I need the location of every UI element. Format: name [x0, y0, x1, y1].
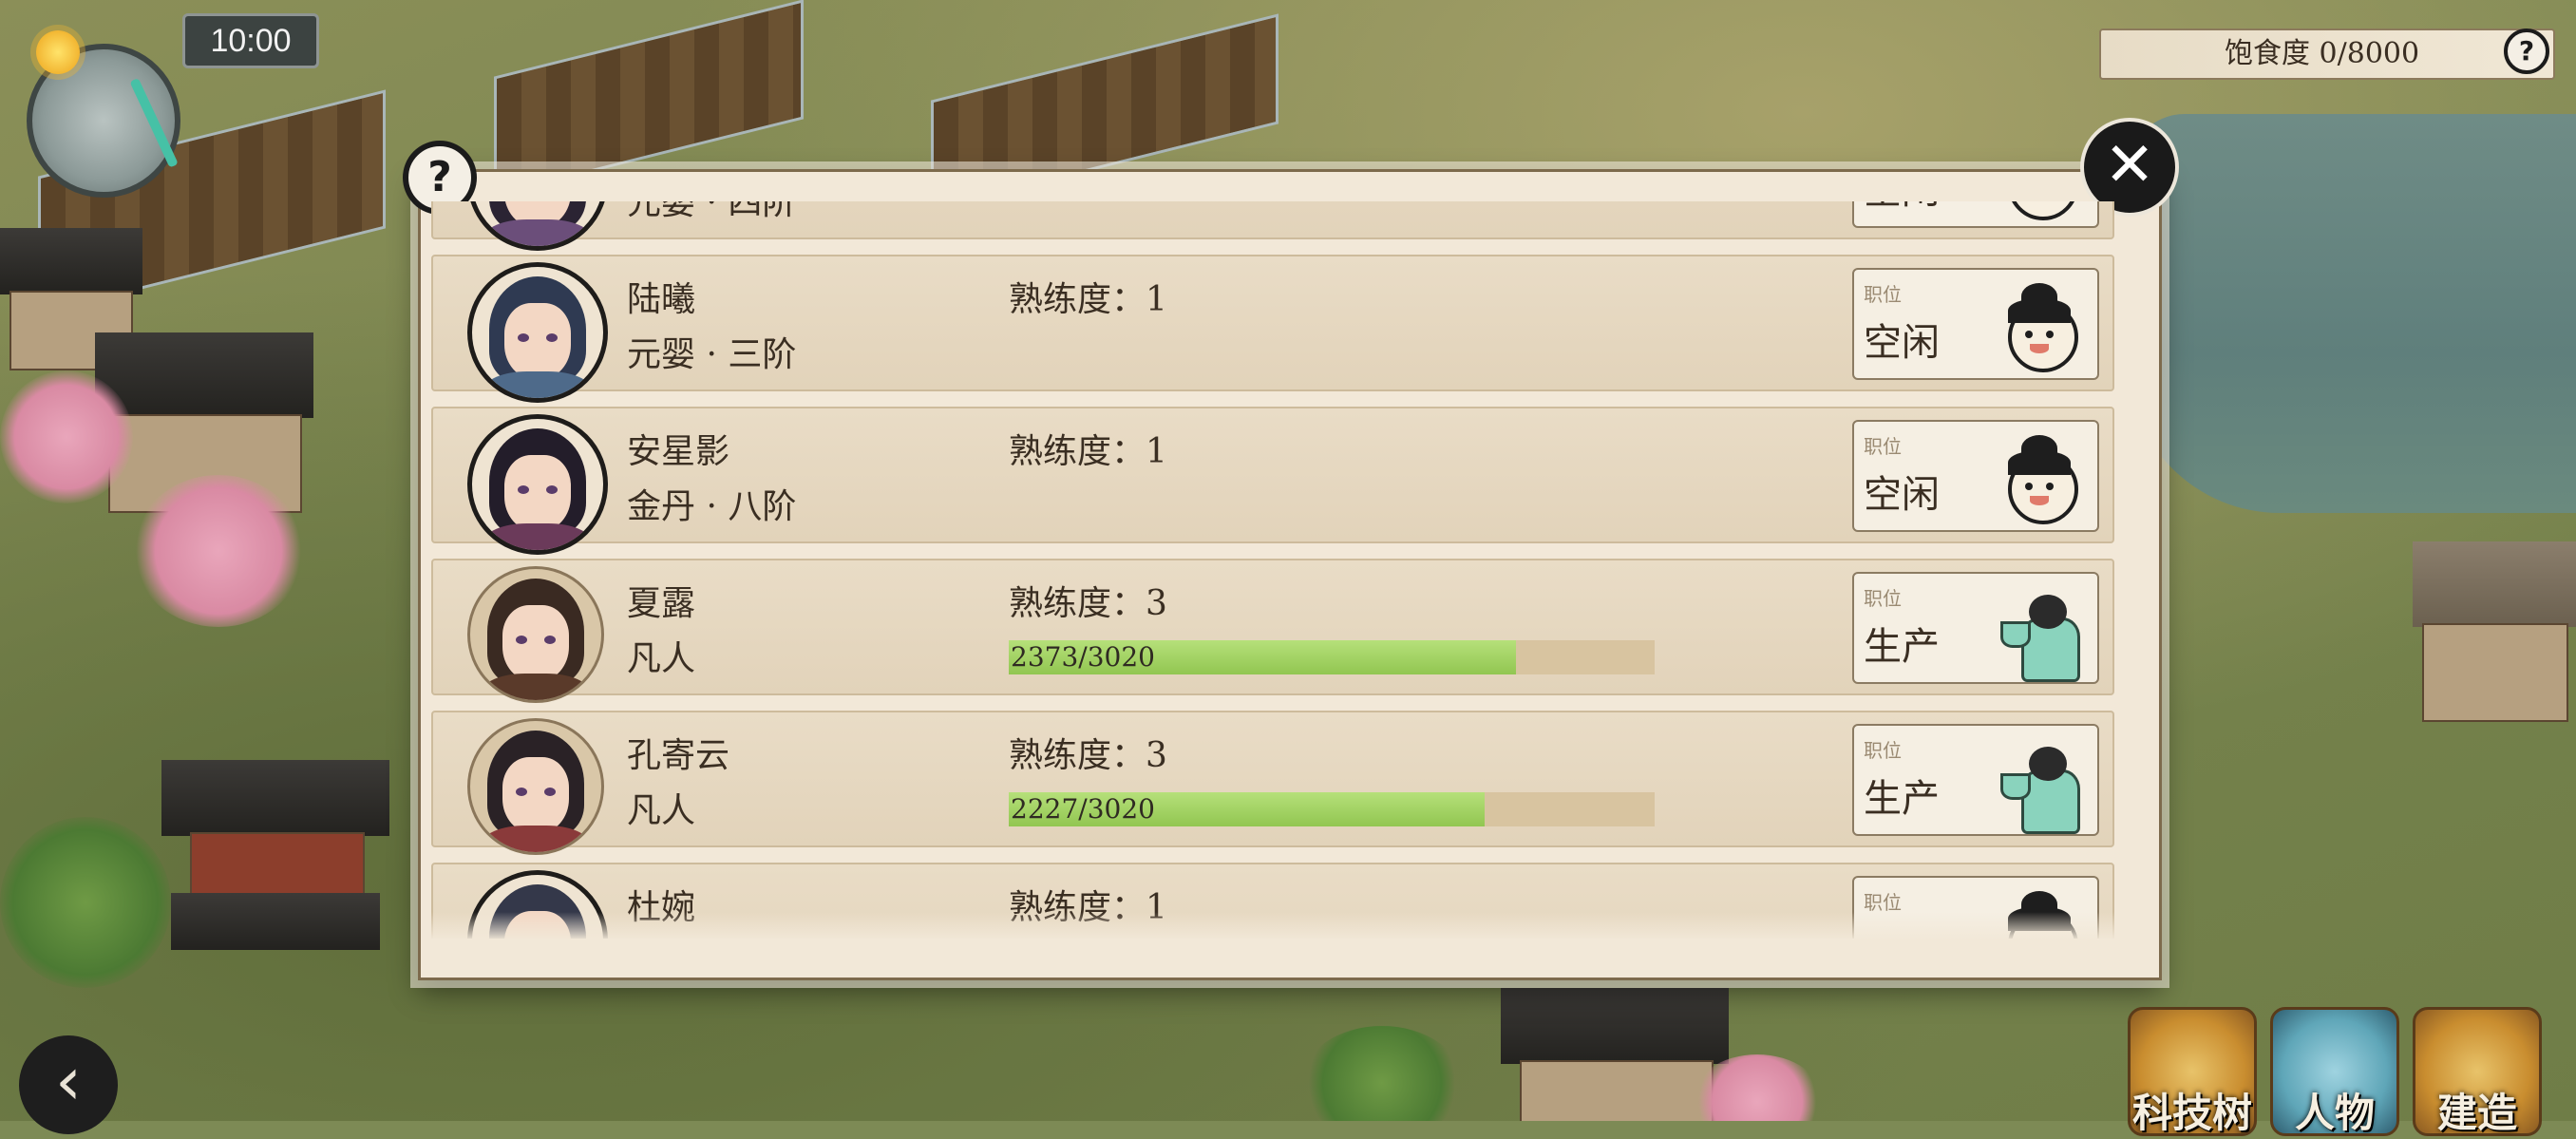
- pagoda: [161, 760, 389, 978]
- build-button[interactable]: 建造: [2413, 1007, 2542, 1136]
- proficiency-text: 熟练度：3: [1009, 576, 1167, 625]
- disciple-portrait[interactable]: [467, 262, 608, 403]
- job-caption: 职位: [1864, 891, 1902, 914]
- workshop: [2413, 541, 2576, 731]
- time-display: 10:00: [182, 13, 319, 68]
- proficiency-value: 3: [1146, 584, 1167, 623]
- disciple-name: 夏露: [627, 584, 696, 623]
- proficiency-value: 1: [1146, 280, 1167, 319]
- disciple-portrait[interactable]: [467, 718, 604, 855]
- job-caption: 职位: [1864, 587, 1902, 610]
- build-label: 建造: [2436, 1090, 2517, 1136]
- disciple-name: 安星影: [627, 432, 730, 471]
- proficiency-text: 熟练度：1: [1009, 424, 1167, 473]
- job-caption: 职位: [1864, 283, 1902, 306]
- progress-bar: 2373/3020: [1009, 640, 1655, 674]
- job-assign-button[interactable]: 职位 生产: [1852, 724, 2099, 836]
- proficiency-label: 熟练度：: [1009, 432, 1146, 471]
- characters-label: 人物: [2294, 1090, 2375, 1136]
- idle-face-icon: [2000, 283, 2080, 372]
- job-value: 空闲: [1864, 321, 1940, 365]
- disciple-rank: 元婴 · 四阶: [627, 201, 797, 222]
- cherry-tree: [0, 370, 133, 503]
- proficiency-label: 熟练度：: [1009, 280, 1146, 319]
- disciple-list[interactable]: 元婴 · 四阶职位空闲陆曦元婴 · 三阶熟练度：1职位空闲安星影金丹 · 八阶熟…: [431, 201, 2141, 939]
- cherry-tree: [133, 475, 304, 627]
- disciple-row[interactable]: 孔寄云凡人 熟练度：3 2227/3020 职位生产: [431, 711, 2114, 855]
- progress-text: 2227/3020: [1011, 793, 1155, 825]
- job-value: 空闲: [1864, 473, 1940, 517]
- job-assign-button[interactable]: 职位空闲: [1852, 420, 2099, 532]
- disciple-portrait[interactable]: [467, 566, 604, 703]
- pond: [2128, 114, 2576, 513]
- job-value: 生产: [1864, 625, 1940, 669]
- proficiency-label: 熟练度：: [1009, 736, 1146, 775]
- disciple-portrait[interactable]: [467, 414, 608, 555]
- proficiency-text: 熟练度：1: [1009, 272, 1167, 321]
- proficiency-label: 熟练度：: [1009, 584, 1146, 623]
- idle-face-icon: [2000, 201, 2080, 220]
- list-fade: [431, 912, 2141, 940]
- progress-text: 2373/3020: [1011, 641, 1155, 673]
- job-caption: 职位: [1864, 435, 1902, 458]
- satiety-label: 饱食度 0/8000: [2225, 37, 2420, 70]
- tech-tree-label: 科技树: [2131, 1090, 2252, 1136]
- proficiency-text: 熟练度：3: [1009, 728, 1167, 777]
- characters-button[interactable]: 人物: [2270, 1007, 2399, 1136]
- job-assign-button[interactable]: 职位空闲: [1852, 268, 2099, 380]
- disciple-row[interactable]: 陆曦元婴 · 三阶 熟练度：1 职位空闲: [431, 255, 2114, 403]
- disciple-rank: 凡人: [627, 639, 696, 678]
- job-value: 生产: [1864, 777, 1940, 821]
- sun-icon: [36, 30, 80, 74]
- production-worker-icon: [2000, 593, 2080, 682]
- idle-face-icon: [2000, 435, 2080, 524]
- production-worker-icon: [2000, 745, 2080, 834]
- disciple-name: 陆曦: [627, 280, 696, 319]
- disciple-rank: 元婴 · 三阶: [627, 335, 797, 374]
- proficiency-value: 3: [1146, 736, 1167, 775]
- satiety-help-button[interactable]: ?: [2504, 28, 2549, 74]
- job-caption: 职位: [1864, 739, 1902, 762]
- job-assign-button[interactable]: 职位 生产: [1852, 572, 2099, 684]
- disciple-name: 孔寄云: [627, 736, 730, 775]
- disciple-portrait[interactable]: [467, 201, 608, 251]
- job-assign-button[interactable]: 职位空闲: [1852, 201, 2099, 228]
- day-clock-compass: [17, 23, 207, 198]
- proficiency-value: 1: [1146, 432, 1167, 471]
- progress-bar: 2227/3020: [1009, 792, 1655, 826]
- disciple-row[interactable]: 元婴 · 四阶 职位空闲: [431, 201, 2114, 251]
- disciple-rank: 凡人: [627, 791, 696, 830]
- back-button[interactable]: ‹: [19, 1035, 118, 1134]
- satiety-meter: 饱食度 0/8000 ?: [2099, 28, 2555, 80]
- tech-tree-button[interactable]: 科技树: [2128, 1007, 2257, 1136]
- disciple-rank: 金丹 · 八阶: [627, 487, 797, 526]
- disciple-row[interactable]: 夏露凡人 熟练度：3 2373/3020 职位生产: [431, 559, 2114, 703]
- disciple-row[interactable]: 安星影金丹 · 八阶 熟练度：1 职位空闲: [431, 407, 2114, 555]
- green-tree: [0, 817, 171, 988]
- job-value: 空闲: [1864, 201, 1940, 215]
